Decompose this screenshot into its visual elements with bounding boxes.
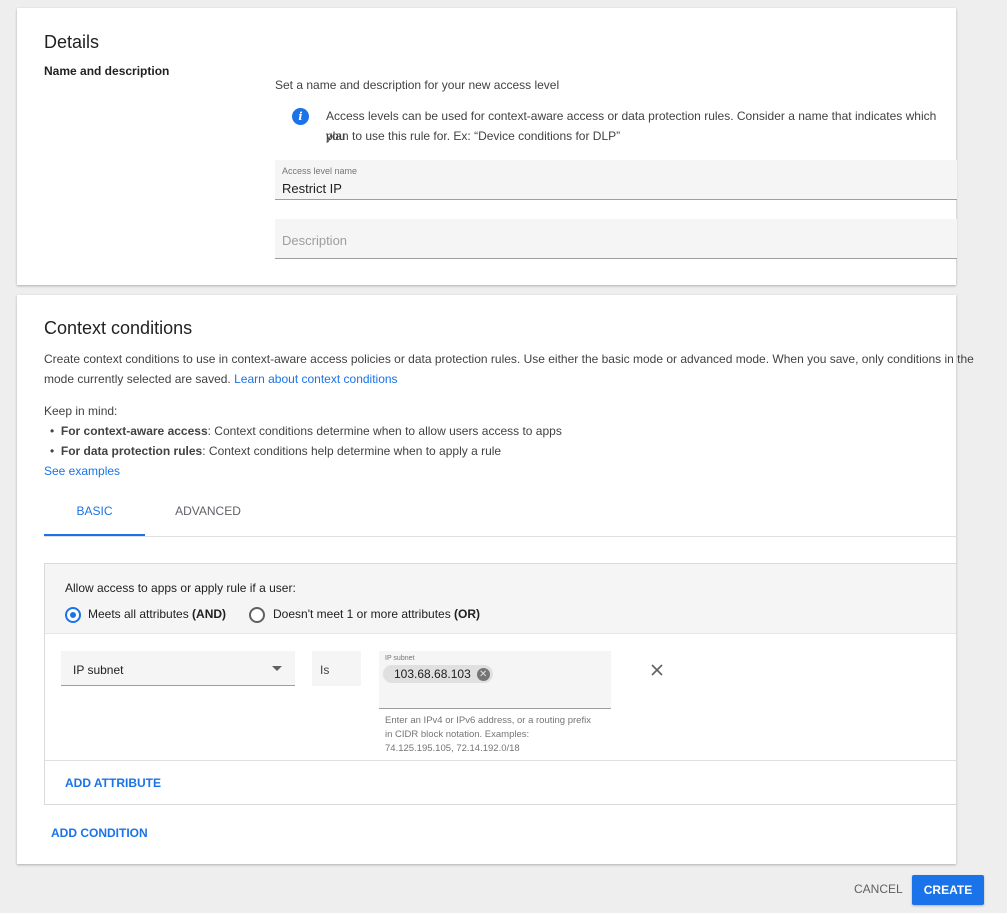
context-desc-line2: mode currently selected are saved. Learn…	[44, 369, 398, 389]
ip-chip: 103.68.68.103 ✕	[383, 665, 493, 683]
radio-or-text: Doesn't meet 1 or more attributes	[273, 607, 455, 621]
radio-and-label[interactable]: Meets all attributes (AND)	[88, 604, 226, 624]
info-icon: i	[292, 108, 309, 125]
access-level-name-input[interactable]: Access level name Restrict IP	[275, 160, 957, 200]
context-conditions-card: Context conditions Create context condit…	[17, 295, 974, 864]
learn-context-conditions-link[interactable]: Learn about context conditions	[234, 372, 397, 386]
info-text-line2: plan to use this rule for. Ex: “Device c…	[326, 129, 621, 143]
ip-subnet-input[interactable]: IP subnet 103.68.68.103 ✕	[379, 651, 611, 709]
radio-and-text: Meets all attributes	[88, 607, 193, 621]
operator-field: Is	[312, 651, 361, 686]
details-intro: Set a name and description for your new …	[275, 78, 560, 92]
bullet-text: : Context conditions determine when to a…	[207, 424, 562, 438]
access-level-name-value: Restrict IP	[282, 181, 342, 196]
description-placeholder: Description	[282, 233, 348, 248]
bullet-dot: •	[50, 444, 61, 458]
attribute-divider	[45, 760, 956, 761]
context-title: Context conditions	[44, 318, 193, 338]
bullet-bold: For data protection rules	[60, 444, 203, 458]
condition-box: Allow access to apps or apply rule if a …	[44, 563, 957, 805]
see-examples-link[interactable]: See examples	[44, 461, 120, 481]
radio-or[interactable]	[249, 607, 265, 623]
ip-subnet-label: IP subnet	[385, 655, 415, 662]
tabs-divider	[44, 536, 957, 537]
ip-helper-line: 74.125.195.105, 72.14.192.0/18	[385, 743, 520, 754]
chevron-down-icon	[272, 666, 282, 671]
create-button[interactable]: CREATE	[912, 875, 984, 905]
details-title: Details	[44, 32, 100, 52]
ip-helper-line: in CIDR block notation. Examples:	[385, 729, 530, 740]
radio-or-bold: (OR)	[454, 607, 481, 621]
cancel-button[interactable]: CANCEL	[854, 882, 903, 896]
keep-in-mind-label: Keep in mind:	[44, 404, 118, 418]
description-input[interactable]: Description	[275, 219, 957, 259]
operator-value: Is	[320, 663, 330, 677]
ip-helper-line: Enter an IPv4 or IPv6 address, or a rout…	[385, 715, 591, 726]
tab-basic[interactable]: BASIC	[44, 500, 145, 532]
context-desc-line1: Create context conditions to use in cont…	[44, 352, 974, 366]
name-description-label: Name and description	[44, 64, 170, 78]
details-card: Details Name and description Set a name …	[17, 8, 957, 285]
add-condition-button[interactable]: ADD CONDITION	[51, 826, 148, 840]
radio-and-bold: (AND)	[192, 607, 227, 621]
ip-chip-value: 103.68.68.103	[394, 667, 471, 681]
attribute-type-select[interactable]: IP subnet	[61, 651, 295, 686]
bullet-bold: For context-aware access	[60, 424, 208, 438]
add-attribute-button[interactable]: ADD ATTRIBUTE	[65, 776, 161, 790]
bullet-text: : Context conditions help determine when…	[202, 444, 502, 458]
condition-header: Allow access to apps or apply rule if a …	[45, 564, 956, 634]
access-level-name-label: Access level name	[282, 166, 358, 176]
radio-or-label[interactable]: Doesn't meet 1 or more attributes (OR)	[273, 604, 480, 624]
bullet-item: • For context-aware access: Context cond…	[50, 421, 562, 441]
bullet-item: • For data protection rules: Context con…	[50, 441, 501, 461]
condition-prompt: Allow access to apps or apply rule if a …	[65, 581, 296, 595]
close-icon[interactable]	[649, 662, 665, 678]
tab-advanced[interactable]: ADVANCED	[157, 500, 259, 532]
attribute-type-value: IP subnet	[73, 663, 124, 677]
chip-remove-icon[interactable]: ✕	[476, 667, 490, 681]
radio-and[interactable]	[65, 607, 81, 623]
context-desc-text: mode currently selected are saved.	[44, 372, 231, 386]
bullet-dot: •	[50, 424, 61, 438]
